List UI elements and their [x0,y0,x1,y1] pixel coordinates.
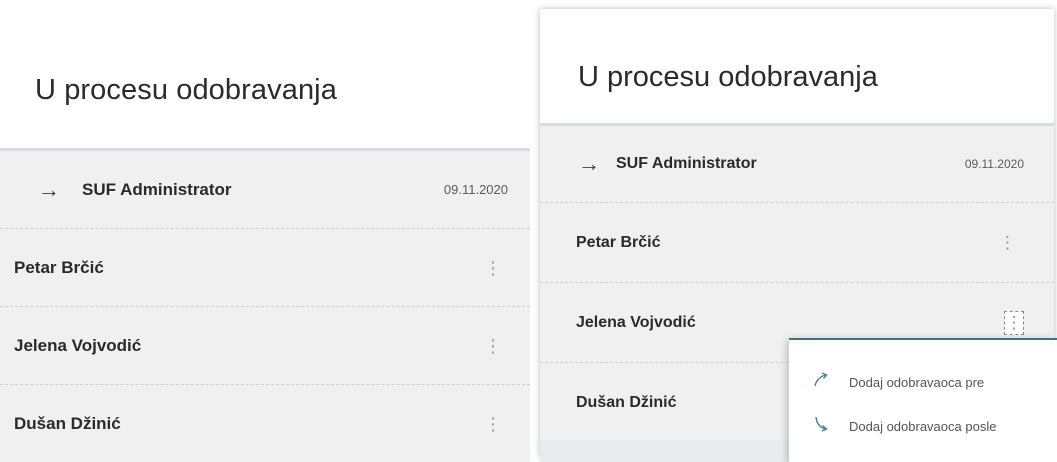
page-title: U procesu odobravanja [35,74,337,106]
approver-row[interactable]: Petar Brčić ⋮ [540,203,1054,283]
approver-context-menu: Dodaj odobravaoca pre Dodaj odobravaoca … [789,338,1057,462]
approval-panel-left: U procesu odobravanja → SUF Administrato… [0,0,530,462]
menu-item-add-approver-before[interactable]: Dodaj odobravaoca pre [789,362,1057,402]
background-strip [540,440,790,462]
kebab-menu-icon[interactable]: ⋮ [484,259,502,277]
kebab-menu-icon[interactable]: ⋮ [484,337,502,355]
screen: U procesu odobravanja → SUF Administrato… [0,0,1057,462]
arrow-right-icon: → [38,176,60,202]
menu-item-label: Dodaj odobravaoca posle [849,418,997,434]
approval-date: 09.11.2020 [443,182,508,197]
approver-row[interactable]: Dušan Džinić ⋮ [0,385,530,462]
approver-name: SUF Administrator [616,155,757,172]
menu-item-add-approver-after[interactable]: Dodaj odobravaoca posle [789,406,1057,446]
approver-name: SUF Administrator [82,179,232,199]
approval-date: 09.11.2020 [964,157,1024,171]
approver-row[interactable]: Jelena Vojvodić ⋮ [0,307,530,385]
approver-name: Jelena Vojvodić [576,313,696,331]
kebab-menu-icon[interactable]: ⋮ [999,234,1016,251]
approver-row-current[interactable]: → SUF Administrator 09.11.2020 [0,151,530,229]
arrow-right-icon: → [578,151,600,176]
arrow-up-right-icon [814,372,828,387]
kebab-menu-icon-active[interactable]: ⋮ [1004,310,1024,335]
kebab-menu-icon[interactable]: ⋮ [484,415,502,433]
approver-name: Dušan Džinić [14,414,121,433]
approver-name: Petar Brčić [576,233,661,251]
page-title: U procesu odobravanja [578,61,878,93]
menu-item-label: Dodaj odobravaoca pre [849,374,985,390]
approver-name: Petar Brčić [14,257,104,277]
approver-list: → SUF Administrator 09.11.2020 Petar Brč… [0,148,530,462]
approver-row-current[interactable]: → SUF Administrator 09.11.2020 [540,126,1054,203]
approver-name: Dušan Džinić [576,394,677,411]
approver-row[interactable]: Petar Brčić ⋮ [0,229,530,307]
approver-name: Jelena Vojvodić [14,335,142,355]
arrow-down-right-icon [815,416,828,432]
